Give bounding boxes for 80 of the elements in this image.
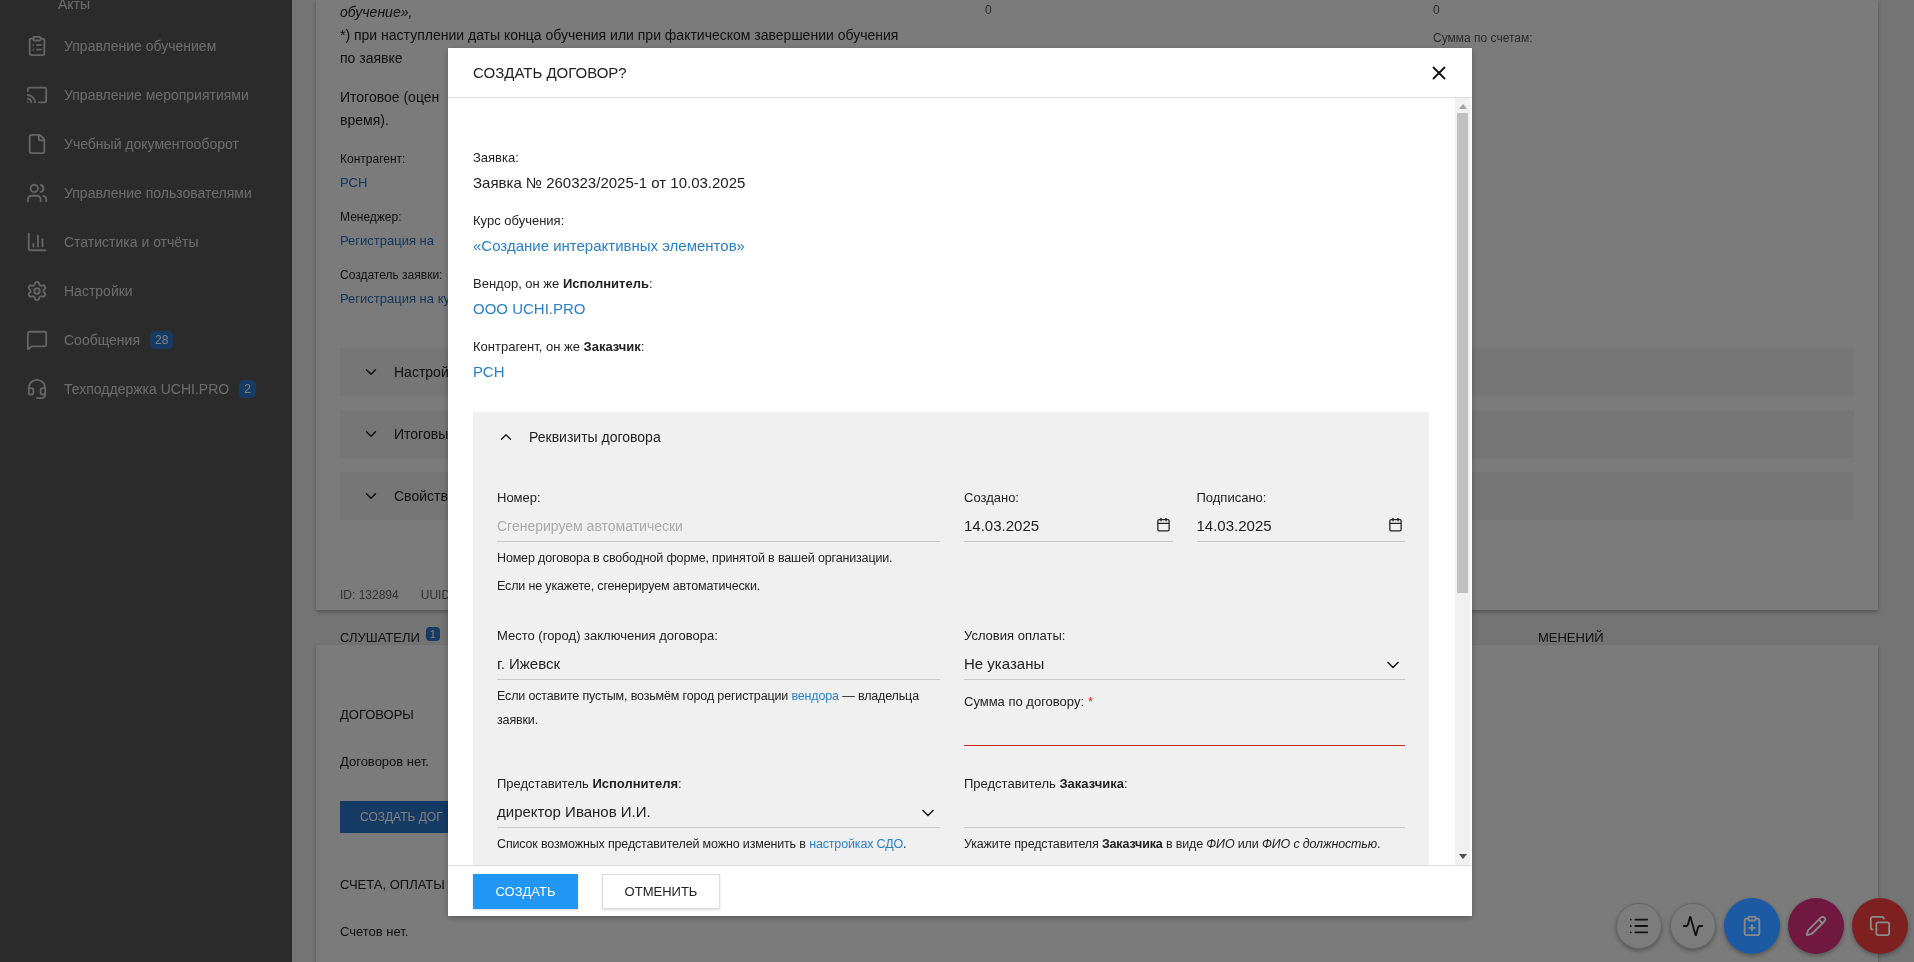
hint-link[interactable]: вендора	[791, 689, 839, 703]
calendar-icon[interactable]	[1155, 517, 1171, 532]
scrollbar[interactable]	[1455, 98, 1470, 865]
sidebar-item[interactable]: Сообщения	[64, 331, 140, 348]
sidebar-item[interactable]: Учебный документооборот	[64, 135, 239, 152]
field-label: Представитель Заказчика:	[964, 776, 1129, 791]
users-icon	[26, 181, 48, 204]
message-icon	[26, 328, 48, 351]
column-text: 0	[1433, 3, 1440, 17]
empty-text: Договоров нет.	[340, 754, 429, 769]
field-label: Условия оплаты:	[964, 628, 1067, 643]
body-text: время).	[340, 111, 390, 130]
text-field[interactable]: Сгенерируем автоматически	[497, 509, 940, 542]
info-label: Заявка:	[473, 150, 520, 165]
body-text: *) при наступлении даты конца обучения или при фактическом завершении обучения	[340, 26, 900, 45]
clipboard-icon	[26, 34, 48, 57]
field-label: Подписано:	[1196, 490, 1268, 505]
sidebar-item[interactable]: Управление пользователями	[64, 184, 252, 201]
section-title: Реквизиты договора	[529, 429, 661, 445]
sidebar-item[interactable]: Настройки	[64, 282, 133, 299]
sidebar-item[interactable]: Акты	[58, 0, 91, 12]
column-text: 0	[985, 3, 992, 17]
line-chart-icon	[1682, 915, 1704, 937]
pencil-icon	[1805, 915, 1827, 937]
select-field[interactable]: директор Иванов И.И.	[497, 795, 940, 828]
body-text: Итоговое (оцен	[340, 88, 441, 107]
sidebar-item[interactable]: Статистика и отчёты	[64, 233, 199, 250]
hint-text: Если оставите пустым, возьмём город регистрации вендора — владельца заявки.	[497, 688, 920, 729]
body-text: по заявке	[340, 49, 404, 68]
dialog-title: СОЗДАТЬ ДОГОВОР?	[473, 64, 627, 81]
section-title: СЧЕТА, ОПЛАТЫ	[340, 877, 445, 892]
section-title: ДОГОВОРЫ	[340, 707, 414, 722]
count-badge: 1	[425, 626, 440, 641]
hint-text: Список возможных представителей можно изменить в настройках СДО.	[497, 836, 908, 853]
sidebar-item[interactable]: Управление мероприятиями	[64, 86, 249, 103]
document-icon	[26, 132, 48, 155]
create-button[interactable]: СОЗДАТЬ	[473, 873, 578, 909]
detail-label: Создатель заявки:	[340, 268, 443, 282]
headset-icon	[26, 377, 48, 400]
info-link[interactable]: ООО UCHI.PRO	[473, 300, 1429, 317]
clipboard-icon	[1741, 915, 1763, 937]
copy-icon	[1869, 915, 1891, 937]
meta-text: ID: 132894	[340, 588, 399, 602]
empty-text: Счетов нет.	[340, 924, 409, 939]
detail-link[interactable]: РСН	[340, 175, 368, 190]
field-label: Место (город) заключения договора:	[497, 628, 719, 643]
detail-label: Менеджер:	[340, 210, 402, 224]
info-label: Курс обучения:	[473, 213, 566, 228]
hint-text: Номер договора в свободной форме, принятой в вашей организации.	[497, 550, 894, 567]
tab[interactable]: МЕНЕНИЙ	[1537, 630, 1604, 645]
text-field[interactable]: г. Ижевск	[497, 647, 940, 680]
field-label: Представитель Исполнителя:	[497, 776, 683, 791]
chart-icon	[26, 230, 48, 253]
sidebar-item[interactable]: Техподдержка UCHI.PRO	[64, 380, 230, 397]
detail-label: Контрагент:	[340, 152, 406, 166]
hint-text: Если не укажете, сгенерируем автоматически.	[497, 578, 762, 595]
count-badge: 2	[239, 379, 256, 398]
date-field[interactable]: 14.03.2025	[964, 509, 1173, 542]
info-label: Контрагент, он же Заказчик:	[473, 339, 646, 354]
date-field[interactable]: 14.03.2025	[1196, 509, 1405, 542]
info-link[interactable]: «Создание интерактивных элементов»	[473, 237, 1429, 254]
required-mark: *	[1088, 694, 1094, 709]
action-button[interactable]	[1852, 898, 1908, 954]
settings-icon	[26, 279, 48, 302]
info-label: Вендор, он же Исполнитель:	[473, 276, 654, 291]
field-label: Сумма по договору: *	[964, 694, 1095, 709]
body-text: обучение»,	[340, 3, 414, 22]
field-label: Номер:	[497, 490, 542, 505]
info-value: Заявка № 260323/2025-1 от 10.03.2025	[473, 174, 747, 191]
select-field[interactable]: Не указаны	[964, 647, 1405, 680]
field-label: Создано:	[964, 490, 1020, 505]
calendar-icon[interactable]	[1388, 517, 1403, 532]
section-header[interactable]: Реквизиты договора	[497, 412, 1405, 462]
detail-link[interactable]: Регистрация на	[340, 233, 434, 248]
info-link[interactable]: РСН	[473, 363, 1429, 380]
cancel-button[interactable]: ОТМЕНИТЬ	[602, 873, 720, 909]
count-badge: 28	[150, 330, 174, 349]
hint-text: Укажите представителя Заказчика в виде ФИО или ФИО с должностью.	[964, 836, 1382, 853]
column-text: Сумма по счетам:	[1433, 31, 1533, 45]
sidebar-item[interactable]: Управление обучением	[64, 37, 217, 54]
